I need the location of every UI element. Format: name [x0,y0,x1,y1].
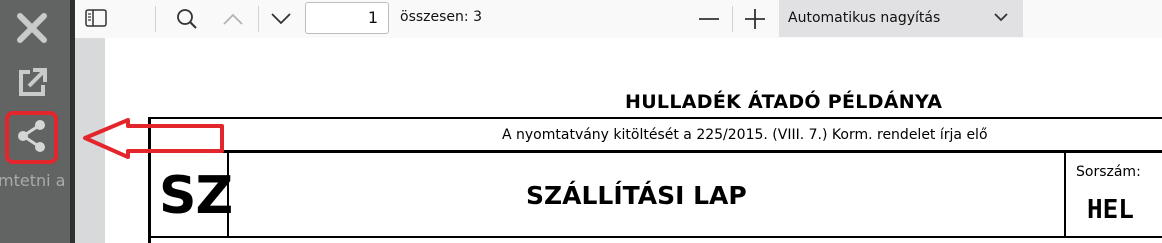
search-icon[interactable] [176,8,198,30]
red-arrow-annotation [83,118,224,159]
pdf-viewer: 1 összesen: 3 Automatikus nagyítás HULLA… [75,0,1162,243]
zoom-out-icon[interactable] [699,17,719,21]
viewer-toolbar: 1 összesen: 3 Automatikus nagyítás [75,0,1162,39]
zoom-select-label: Automatikus nagyítás [788,10,941,26]
table-border [148,236,1162,238]
document-title: HULLADÉK ÁTADÓ PÉLDÁNYA [625,91,943,113]
table-border [148,117,1162,119]
toolbar-separator [155,6,156,32]
toolbar-separator [258,6,259,32]
page-number-input[interactable]: 1 [305,2,389,34]
serial-label: Sorszám: [1076,164,1141,180]
form-title: SZÁLLÍTÁSI LAP [526,181,747,210]
zoom-select[interactable]: Automatikus nagyítás [779,0,1023,37]
serial-value: HEL [1087,195,1134,225]
share-label: mtetni a [0,171,66,190]
form-code: SZ [159,166,233,226]
table-border [1064,152,1066,238]
share-icon[interactable] [15,118,49,154]
sidebar-toggle-icon[interactable] [85,9,107,27]
zoom-in-icon[interactable] [745,9,765,29]
chevron-down-icon [994,13,1008,22]
close-icon[interactable] [14,10,50,46]
next-page-icon[interactable] [270,12,292,26]
previous-page-icon[interactable] [222,12,244,26]
toolbar-separator [732,6,733,32]
open-external-icon[interactable] [13,64,51,102]
table-border [148,150,1162,153]
side-panel: mtetni a [0,0,70,243]
page-count-label: összesen: 3 [400,9,482,25]
legal-notice: A nyomtatvány kitöltését a 225/2015. (VI… [502,127,988,143]
